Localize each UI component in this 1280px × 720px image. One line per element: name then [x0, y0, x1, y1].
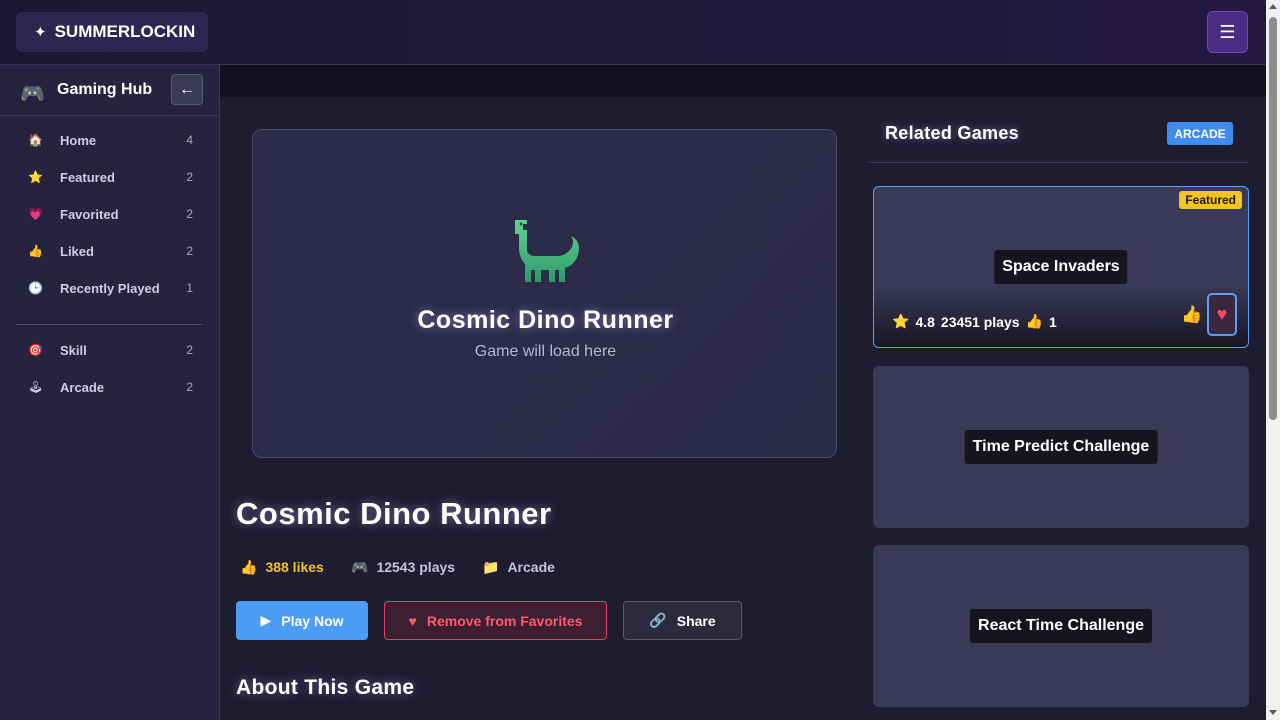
category-badge: ARCADE [1167, 122, 1233, 145]
sidebar-item-label: Arcade [60, 379, 105, 395]
play-icon: ▶ [260, 612, 272, 628]
likes-stat: 👍 388 likes [240, 557, 324, 577]
scroll-thumb[interactable] [1269, 17, 1277, 420]
menu-button[interactable]: ☰ [1207, 11, 1248, 53]
sidebar-item-skill[interactable]: 🎯 Skill 2 [16, 334, 203, 366]
category-stat: 📁 Arcade [482, 557, 555, 577]
plays-count: 12543 plays [376, 559, 456, 575]
related-games-title: Related Games [885, 123, 1019, 143]
sidebar-item-count: 2 [186, 343, 193, 357]
folder-icon: 📁 [482, 558, 500, 575]
gamepad-icon: 🎮 [351, 558, 369, 575]
card-title: Time Predict Challenge [964, 430, 1158, 464]
collapse-sidebar-button[interactable]: ← [171, 74, 203, 105]
sidebar-item-count: 2 [186, 207, 193, 221]
joystick-icon: 🕹 [28, 380, 44, 394]
heart-icon: ♥ [1216, 304, 1228, 324]
card-stats: ⭐ 4.8 23451 plays 👍 1 [892, 313, 1057, 330]
sidebar-item-label: Recently Played [60, 280, 160, 296]
game-player-frame[interactable]: Cosmic Dino Runner Game will load here [252, 129, 837, 458]
sidebar-item-featured[interactable]: ⭐ Featured 2 [16, 161, 203, 193]
share-label: Share [676, 612, 716, 629]
thumbs-up-icon: 👍 [240, 558, 258, 575]
share-button[interactable]: 🔗 Share [623, 601, 742, 640]
related-divider [869, 162, 1249, 163]
sidebar: 🎮 Gaming Hub ← 🏠 Home 4 ⭐ Featured 2 💗 F… [0, 65, 220, 720]
related-game-card-react-time[interactable]: React Time Challenge [873, 545, 1249, 707]
play-now-button[interactable]: ▶ Play Now [236, 601, 368, 640]
thumbs-up-icon: 👍 [1025, 313, 1043, 329]
sidebar-item-label: Featured [60, 169, 115, 185]
sidebar-item-count: 2 [186, 244, 193, 258]
card-rating: 4.8 [915, 313, 935, 330]
brand-logo[interactable]: ✦ SUMMERLOCKIN [16, 12, 208, 52]
card-likes: 1 [1048, 313, 1057, 330]
sidebar-item-count: 2 [186, 170, 193, 184]
card-plays: 23451 plays [940, 313, 1020, 330]
sidebar-item-home[interactable]: 🏠 Home 4 [16, 124, 203, 156]
like-button[interactable]: 👍 [1181, 305, 1202, 325]
hamburger-icon: ☰ [1219, 21, 1236, 42]
card-title: React Time Challenge [970, 609, 1152, 643]
player-subtitle: Game will load here [474, 343, 617, 360]
scroll-down-icon[interactable] [1269, 710, 1277, 715]
sidebar-item-label: Skill [60, 342, 87, 358]
house-icon: 🏠 [28, 133, 43, 147]
page-scrollbar[interactable] [1266, 0, 1280, 720]
star-icon: ⭐ [28, 170, 43, 184]
sidebar-title: Gaming Hub [57, 81, 153, 98]
category-name: Arcade [507, 559, 555, 575]
sidebar-item-count: 2 [186, 380, 193, 394]
sparkle-icon: ✦ [34, 24, 47, 41]
related-game-card-space-invaders[interactable]: Featured Space Invaders ⭐ 4.8 23451 play… [873, 186, 1249, 348]
star-icon: ⭐ [892, 313, 910, 329]
scroll-up-icon[interactable] [1269, 4, 1277, 9]
remove-favorite-label: Remove from Favorites [426, 612, 583, 629]
page-title: Cosmic Dino Runner [236, 496, 552, 531]
sidebar-item-arcade[interactable]: 🕹 Arcade 2 [16, 371, 203, 403]
thumbs-up-icon: 👍 [28, 244, 43, 258]
arrow-left-icon: ← [179, 80, 195, 98]
about-heading: About This Game [236, 676, 415, 699]
plays-stat: 🎮 12543 plays [351, 557, 455, 577]
target-icon: 🎯 [28, 343, 43, 357]
sidebar-divider [16, 324, 203, 325]
player-title: Cosmic Dino Runner [417, 306, 674, 334]
featured-badge: Featured [1179, 191, 1242, 209]
brand-name: SUMMERLOCKIN [54, 22, 196, 41]
related-game-card-time-predict[interactable]: Time Predict Challenge [873, 366, 1249, 528]
sidebar-item-recently-played[interactable]: 🕒 Recently Played 1 [16, 272, 203, 304]
play-now-label: Play Now [281, 612, 344, 629]
sidebar-item-liked[interactable]: 👍 Liked 2 [16, 235, 203, 267]
heart-icon: 💗 [28, 207, 43, 221]
heart-icon: ♥ [408, 612, 417, 629]
gamepad-icon: 🎮 [20, 83, 45, 105]
sidebar-item-label: Liked [60, 243, 94, 259]
top-bar: ✦ SUMMERLOCKIN ☰ [0, 0, 1266, 65]
main-top-strip [220, 65, 1266, 97]
likes-count: 388 likes [265, 559, 324, 575]
dinosaur-icon [511, 216, 581, 284]
remove-favorite-button[interactable]: ♥ Remove from Favorites [384, 601, 607, 640]
sidebar-item-count: 1 [186, 281, 193, 295]
sidebar-header: 🎮 Gaming Hub ← [0, 65, 219, 116]
favorite-button[interactable]: ♥ [1207, 293, 1237, 336]
clock-icon: 🕒 [28, 281, 43, 295]
card-title: Space Invaders [994, 250, 1128, 284]
sidebar-item-favorited[interactable]: 💗 Favorited 2 [16, 198, 203, 230]
sidebar-item-label: Favorited [60, 206, 119, 222]
sidebar-item-label: Home [60, 132, 97, 148]
link-icon: 🔗 [649, 612, 667, 628]
sidebar-item-count: 4 [186, 133, 193, 147]
